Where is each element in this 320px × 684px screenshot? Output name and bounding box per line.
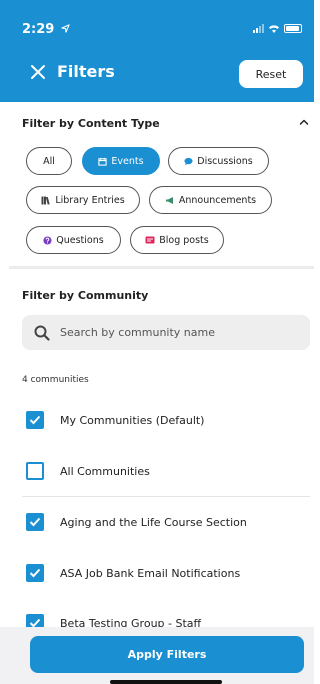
- community-count: 4 communities: [22, 375, 89, 385]
- status-icons: [253, 24, 302, 33]
- close-icon[interactable]: [30, 64, 46, 80]
- section-divider: [9, 266, 314, 269]
- apply-filters-button[interactable]: Apply Filters: [30, 636, 304, 673]
- home-indicator: [110, 680, 222, 684]
- blog-icon: [145, 236, 155, 244]
- chip-events[interactable]: Events: [82, 147, 160, 175]
- status-time: 2:29: [22, 22, 70, 37]
- megaphone-icon: [165, 196, 173, 204]
- checkbox-checked[interactable]: [26, 513, 44, 531]
- search-icon: [34, 325, 50, 341]
- chip-announcements[interactable]: Announcements: [149, 186, 272, 214]
- battery-icon: [284, 24, 302, 33]
- checkmark-icon: [29, 568, 41, 578]
- page-title: Filters: [57, 62, 115, 81]
- question-circle-icon: [43, 235, 52, 245]
- community-label: My Communities (Default): [60, 413, 205, 427]
- reset-button[interactable]: Reset: [239, 60, 303, 88]
- community-search-box[interactable]: [22, 315, 310, 350]
- books-icon: [41, 196, 50, 205]
- community-label: All Communities: [60, 464, 150, 478]
- checkbox-unchecked[interactable]: [26, 462, 44, 480]
- community-label: Aging and the Life Course Section: [60, 515, 247, 529]
- checkmark-icon: [29, 415, 41, 425]
- chip-blog-posts[interactable]: Blog posts: [130, 226, 224, 254]
- location-arrow-icon: [61, 24, 70, 33]
- community-search-input[interactable]: [60, 326, 290, 339]
- chip-label: Discussions: [197, 155, 253, 167]
- chip-all[interactable]: All: [26, 147, 72, 175]
- community-item-my-communities[interactable]: My Communities (Default): [26, 409, 204, 431]
- checkmark-icon: [29, 517, 41, 527]
- chip-discussions[interactable]: Discussions: [168, 147, 269, 175]
- wifi-icon: [269, 25, 279, 33]
- calendar-icon: [98, 157, 108, 166]
- cellular-signal-icon: [253, 24, 264, 33]
- content-type-section-title: Filter by Content Type: [22, 117, 160, 130]
- chip-label: Blog posts: [159, 234, 209, 246]
- speech-bubble-icon: [184, 157, 193, 166]
- header-bar: 2:29 Filters Reset: [0, 0, 314, 102]
- community-label: ASA Job Bank Email Notifications: [60, 566, 241, 580]
- list-divider: [22, 496, 310, 497]
- community-item-all-communities[interactable]: All Communities: [26, 460, 150, 482]
- checkbox-checked[interactable]: [26, 411, 44, 429]
- chip-library-entries[interactable]: Library Entries: [26, 186, 140, 214]
- chevron-up-icon[interactable]: [299, 117, 309, 127]
- chip-label: Events: [111, 155, 144, 167]
- chip-label: Announcements: [178, 194, 257, 206]
- chip-label: All: [43, 155, 55, 167]
- community-item-asa-job-bank[interactable]: ASA Job Bank Email Notifications: [26, 562, 240, 584]
- checkbox-checked[interactable]: [26, 564, 44, 582]
- chip-questions[interactable]: Questions: [26, 226, 121, 254]
- community-section-title: Filter by Community: [22, 289, 149, 302]
- chip-label: Library Entries: [55, 194, 125, 206]
- community-item-aging-life-course[interactable]: Aging and the Life Course Section: [26, 511, 247, 533]
- chip-label: Questions: [56, 234, 104, 246]
